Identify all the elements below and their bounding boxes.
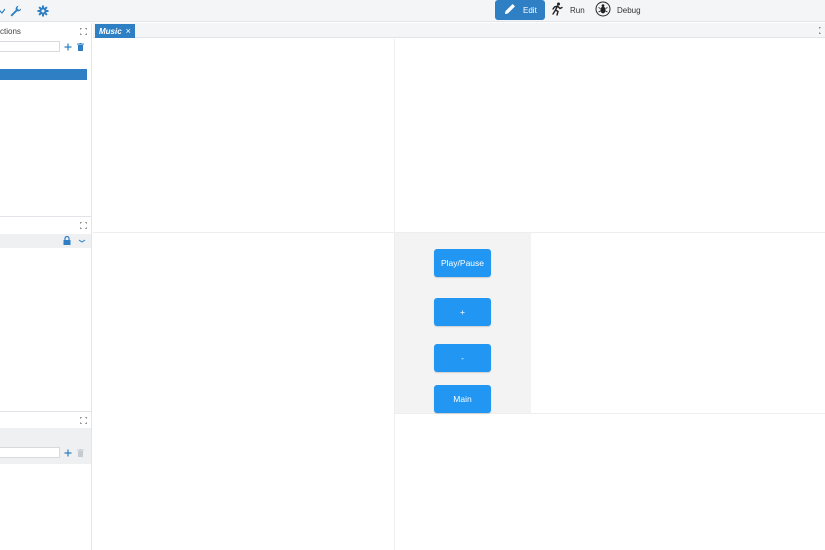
collapse-icon[interactable] — [77, 236, 86, 245]
pencil-icon — [503, 2, 517, 18]
bug-icon — [595, 1, 611, 19]
events-filter-field[interactable] — [0, 447, 60, 458]
sections-panel-header: ctions — [0, 24, 91, 39]
chevron-down-icon[interactable] — [0, 2, 6, 20]
add-event-icon[interactable] — [63, 448, 72, 457]
expand-icon[interactable] — [79, 221, 88, 230]
tab-label: Music — [99, 26, 122, 36]
volume-up-button[interactable]: + — [434, 298, 491, 326]
expand-icon[interactable] — [818, 26, 824, 36]
gear-icon[interactable] — [36, 2, 50, 20]
properties-panel-header — [0, 218, 91, 233]
play-pause-button[interactable]: Play/Pause — [434, 249, 491, 277]
top-toolbar: Edit Run Debug — [0, 0, 825, 22]
sections-filter-field[interactable] — [0, 41, 60, 52]
canvas-guide-horizontal — [394, 413, 825, 414]
app-screen-preview: Play/Pause + - Main — [395, 233, 531, 413]
mode-debug-button[interactable]: Debug — [589, 0, 647, 20]
expand-icon[interactable] — [79, 416, 88, 425]
selected-list-item[interactable] — [0, 69, 87, 80]
design-canvas[interactable]: Play/Pause + - Main — [93, 39, 825, 550]
events-panel-header — [0, 413, 91, 428]
close-icon[interactable]: × — [126, 26, 131, 36]
editor-tab-bar: Music × — [93, 23, 825, 38]
left-sidebar: ctions — [0, 23, 92, 550]
mode-run-label: Run — [570, 5, 585, 15]
mode-edit-button[interactable]: Edit — [495, 0, 545, 20]
events-area — [0, 428, 91, 464]
panel-divider — [0, 411, 91, 412]
expand-icon[interactable] — [79, 27, 88, 36]
tab-music[interactable]: Music × — [95, 24, 135, 38]
panel-divider — [0, 216, 91, 217]
sections-panel-title: ctions — [0, 27, 21, 36]
mode-debug-label: Debug — [617, 5, 641, 15]
mode-run-button[interactable]: Run — [544, 0, 591, 20]
running-person-icon — [550, 2, 564, 18]
main-button[interactable]: Main — [434, 385, 491, 413]
delete-event-icon[interactable] — [76, 448, 85, 457]
wrench-icon[interactable] — [9, 2, 23, 20]
lock-icon[interactable] — [62, 236, 71, 245]
mode-edit-label: Edit — [523, 5, 537, 15]
volume-down-button[interactable]: - — [434, 344, 491, 372]
delete-section-icon[interactable] — [76, 42, 85, 51]
add-section-icon[interactable] — [63, 42, 72, 51]
